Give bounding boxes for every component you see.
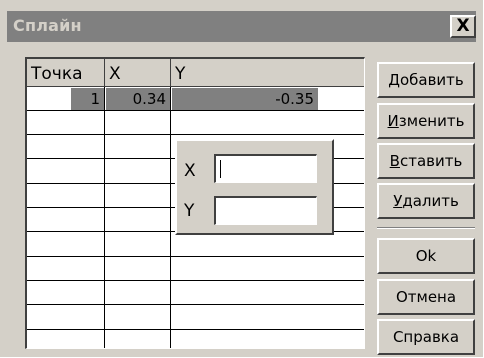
x-input[interactable] [214,154,317,183]
grid-divider [27,329,364,330]
cell-x[interactable]: 0.34 [106,88,170,110]
y-label: Y [184,201,195,221]
delete-accelerator: У [393,192,403,210]
cell-point[interactable]: 1 [71,88,104,110]
table-row[interactable]: 1 0.34 -0.35 [27,88,364,111]
delete-label: далить [402,192,459,210]
grid-divider [170,87,171,348]
delete-button[interactable]: Удалить [377,183,475,219]
add-label: обавить [399,71,464,89]
ok-button[interactable]: Ok [377,238,475,274]
y-input[interactable] [214,196,317,225]
cancel-button[interactable]: Отмена [377,279,475,315]
insert-label: ставить [399,152,463,170]
add-button[interactable]: Добавить [377,62,475,98]
edit-label: зменить [398,112,465,130]
column-header-y[interactable]: Y [171,59,364,87]
x-label: X [184,161,196,181]
grid-divider [104,87,105,348]
button-separator [377,227,475,229]
text-caret [220,160,221,178]
add-accelerator: Д [388,71,400,89]
cell-y[interactable]: -0.35 [172,88,318,110]
close-icon: X [456,16,470,36]
grid-divider [27,256,364,257]
insert-button[interactable]: Вставить [377,143,475,179]
column-header-x[interactable]: X [105,59,171,87]
spline-dialog: Сплайн X Точка X Y 1 0.34 -0.35 X Y Доба… [0,0,484,358]
title-bar[interactable]: Сплайн X [7,11,476,42]
help-button[interactable]: Справка [377,319,475,355]
grid-divider [27,280,364,281]
window-title: Сплайн [13,16,82,35]
insert-accelerator: В [389,152,400,170]
edit-button[interactable]: Изменить [377,103,475,139]
grid-divider [27,134,364,135]
edit-accelerator: И [387,112,399,130]
grid-divider [27,304,364,305]
column-header-point[interactable]: Точка [27,59,105,87]
edit-point-popup: X Y [175,139,334,235]
close-button[interactable]: X [450,15,476,38]
